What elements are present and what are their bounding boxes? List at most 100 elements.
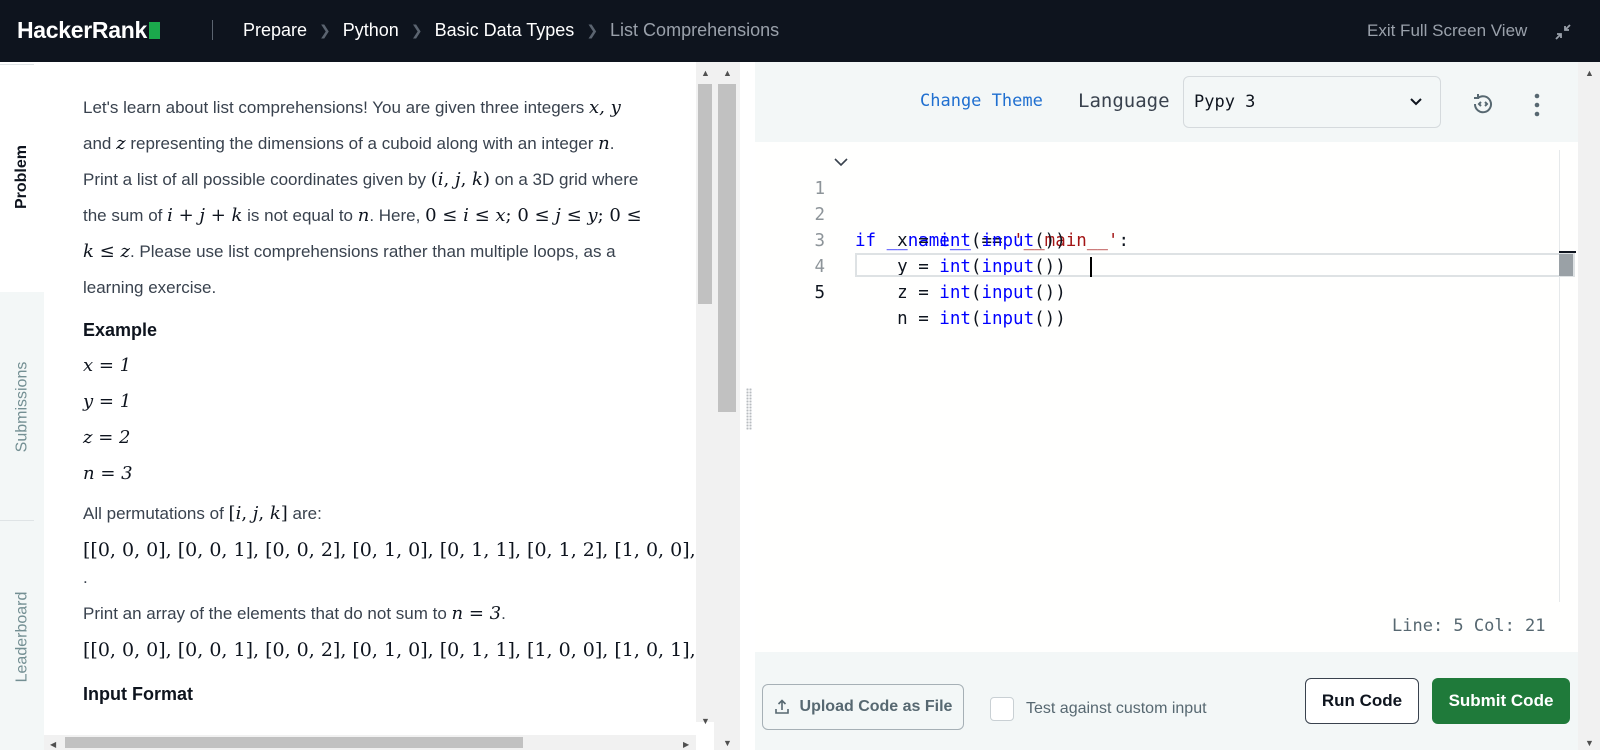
code-text: n = int(input()): [855, 309, 1066, 329]
example-heading: Example: [83, 320, 158, 340]
more-options-icon[interactable]: [1527, 92, 1547, 118]
upload-icon: [774, 699, 789, 714]
language-label: Language: [1078, 90, 1170, 112]
chevron-right-icon: ❯: [319, 22, 331, 38]
text-cursor: [1090, 257, 1092, 277]
math-ijk-bracket: [i, j, k]: [228, 503, 288, 524]
code-line: 3 y = int(input()): [755, 202, 1065, 277]
chevron-right-icon: ❯: [586, 22, 599, 38]
custom-input-checkbox[interactable]: [990, 697, 1014, 721]
math-n-value: n = 3: [451, 603, 502, 624]
math-sum: i + j + k: [167, 205, 243, 226]
tab-leaderboard-label: Leaderboard: [13, 591, 30, 683]
code-editor[interactable]: 1 if __name__ == '__main__': 2 x = int(i…: [755, 142, 1578, 652]
scroll-down-arrow-icon[interactable]: ▼: [1585, 738, 1594, 748]
problem-hscrollbar-thumb[interactable]: [65, 737, 523, 748]
cursor-marker: [1559, 251, 1576, 253]
problem-panel: Let's learn about list comprehensions! Y…: [44, 62, 696, 735]
cursor-marker: [1559, 254, 1573, 276]
math-ijk: (i, j, k): [430, 169, 490, 190]
submit-code-button[interactable]: Submit Code: [1432, 678, 1570, 724]
print-instruction: Print an array of the elements that do n…: [83, 603, 506, 624]
scroll-left-arrow-icon[interactable]: ◀: [50, 740, 56, 750]
example-n: n = 3: [83, 463, 133, 484]
tab-divider: [0, 520, 34, 521]
top-bar: HackerRank Prepare ❯ Python ❯ Basic Data…: [0, 0, 1600, 62]
current-line-highlight: [855, 253, 1575, 277]
outer-scrollbar-thumb[interactable]: [718, 84, 736, 412]
math-z: z: [116, 133, 126, 154]
custom-input-label[interactable]: Test against custom input: [1026, 700, 1207, 718]
code-text: z = int(input()): [855, 283, 1066, 303]
logo-text: HackerRank: [17, 17, 147, 43]
permutations-list: [[0, 0, 0], [0, 0, 1], [0, 0, 2], [0, 1,…: [83, 539, 696, 561]
intro-text: representing the dimensions of a cuboid …: [130, 134, 594, 153]
breadcrumb: Prepare ❯ Python ❯ Basic Data Types ❯ Li…: [243, 20, 779, 41]
intro-text: . Please use list comprehensions rather …: [83, 242, 616, 297]
scroll-down-arrow-icon[interactable]: ▼: [701, 716, 710, 726]
intro-paragraph: Let's learn about list comprehensions! Y…: [83, 97, 642, 297]
math-xy: x, y: [589, 97, 621, 118]
breadcrumb-basic-data-types[interactable]: Basic Data Types: [435, 20, 575, 41]
code-line: 2 x = int(input()): [755, 176, 1065, 251]
language-value: Pypy 3: [1194, 92, 1256, 112]
intro-text: is not equal to: [247, 206, 353, 225]
restore-code-icon[interactable]: [1469, 90, 1497, 118]
run-code-button[interactable]: Run Code: [1305, 678, 1419, 724]
print-label: Print an array of the elements that do n…: [83, 604, 447, 623]
dot-line: .: [83, 568, 88, 587]
scroll-up-arrow-icon[interactable]: ▲: [723, 68, 732, 78]
header-divider: [212, 20, 213, 40]
example-y: y = 1: [83, 391, 132, 412]
problem-scrollbar-thumb[interactable]: [698, 84, 712, 304]
problem-statement: Let's learn about list comprehensions! Y…: [83, 90, 696, 712]
chevron-down-icon: [1410, 98, 1422, 106]
language-select[interactable]: Pypy 3: [1183, 76, 1441, 128]
change-theme-link[interactable]: Change Theme: [920, 91, 1043, 111]
breadcrumb-current: List Comprehensions: [610, 20, 780, 40]
intro-text: and: [83, 134, 112, 153]
scroll-down-arrow-icon[interactable]: ▼: [723, 738, 732, 748]
permutations-label: are:: [292, 504, 322, 523]
upload-code-label: Upload Code as File: [799, 698, 953, 715]
math-n: n: [598, 133, 610, 154]
example-z: z = 2: [83, 427, 131, 448]
scroll-up-arrow-icon[interactable]: ▲: [701, 68, 710, 78]
permutations-line: All permutations of [i, j, k] are:: [83, 496, 696, 532]
tab-submissions[interactable]: Submissions: [0, 352, 44, 462]
hackerrank-logo[interactable]: HackerRank: [17, 17, 160, 44]
fold-chevron-icon[interactable]: [833, 150, 849, 184]
result-list: [[0, 0, 0], [0, 0, 1], [0, 0, 2], [0, 1,…: [83, 639, 696, 661]
vertical-tabs: Problem Submissions Leaderboard: [0, 62, 44, 750]
example-x: x = 1: [83, 355, 132, 376]
tab-divider: [0, 64, 34, 65]
tab-problem[interactable]: Problem: [0, 62, 44, 292]
code-text: x = int(input()): [855, 231, 1066, 251]
tab-leaderboard[interactable]: Leaderboard: [0, 582, 44, 692]
scroll-right-arrow-icon[interactable]: ▶: [683, 740, 689, 750]
permutations-label: All permutations of: [83, 504, 224, 523]
upload-code-button[interactable]: Upload Code as File: [762, 684, 964, 730]
resize-handle-icon[interactable]: [746, 388, 752, 430]
code-line-current: 5 n = int(input()): [755, 254, 1065, 329]
exit-fullscreen-link[interactable]: Exit Full Screen View: [1367, 21, 1527, 41]
collapse-icon[interactable]: [1552, 21, 1574, 43]
editor-ruler: [1559, 150, 1560, 602]
logo-square-icon: [148, 22, 160, 39]
code-line: 4 z = int(input()): [755, 228, 1065, 303]
breadcrumb-python[interactable]: Python: [343, 20, 399, 41]
page-scrollbar[interactable]: [1578, 62, 1600, 750]
scroll-up-arrow-icon[interactable]: ▲: [1585, 68, 1594, 78]
tab-problem-label: Problem: [13, 144, 31, 210]
input-format-heading: Input Format: [83, 684, 193, 704]
cursor-status: Line: 5 Col: 21: [1392, 616, 1546, 636]
line-number: 5: [814, 283, 825, 303]
intro-text: Print a list of all possible coordinates…: [83, 170, 427, 189]
tab-submissions-label: Submissions: [13, 361, 31, 453]
math-n: n: [357, 205, 370, 226]
code-lines: 1 if __name__ == '__main__': 2 x = int(i…: [755, 150, 1129, 329]
breadcrumb-prepare[interactable]: Prepare: [243, 20, 307, 41]
code-line: 1 if __name__ == '__main__':: [755, 150, 1129, 251]
intro-text: Let's learn about list comprehensions! Y…: [83, 98, 585, 117]
chevron-right-icon: ❯: [410, 22, 423, 38]
